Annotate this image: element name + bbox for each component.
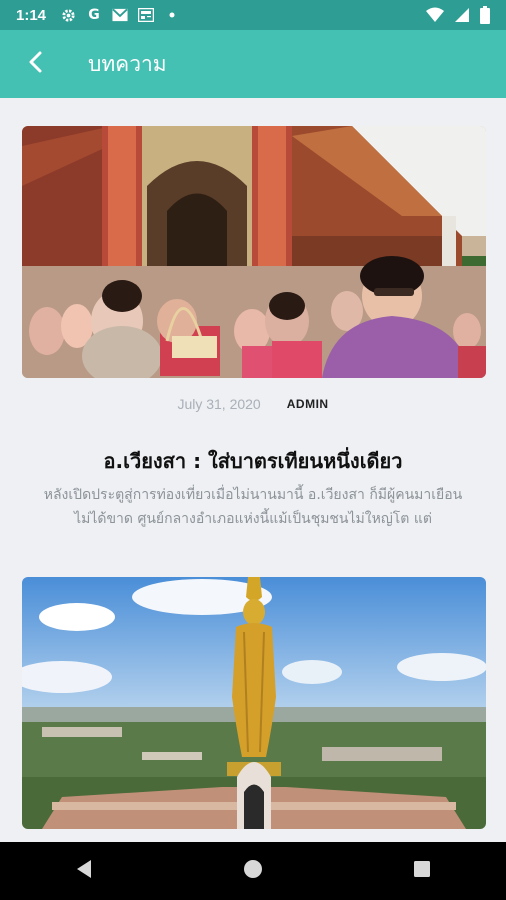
home-circle-icon xyxy=(243,859,263,883)
battery-icon xyxy=(480,6,490,28)
nav-recents-button[interactable] xyxy=(392,846,452,896)
status-bar: 1:14 G xyxy=(0,0,506,30)
article-author[interactable]: ADMIN xyxy=(287,397,329,411)
dot-icon xyxy=(164,7,180,23)
back-arrow-icon xyxy=(24,50,48,78)
page-title: บทความ xyxy=(88,51,167,76)
article-list[interactable]: July 31, 2020 ADMIN อ.เวียงสา : ใส่บาตรเ… xyxy=(0,98,506,842)
status-notification-icons: G xyxy=(60,7,180,23)
article-excerpt: หลังเปิดประตูสู่การท่องเที่ยวเมื่อไม่นาน… xyxy=(43,487,463,527)
news-icon xyxy=(138,7,155,23)
article-title[interactable]: อ.เวียงสา : ใส่บาตรเทียนหนึ่งเดียว xyxy=(0,445,506,477)
nav-back-button[interactable] xyxy=(54,846,114,896)
status-system-icons xyxy=(426,6,490,28)
wifi-icon xyxy=(426,7,444,27)
back-triangle-icon xyxy=(75,859,93,883)
back-button[interactable] xyxy=(8,36,64,92)
nav-home-button[interactable] xyxy=(223,846,283,896)
recents-square-icon xyxy=(413,860,431,882)
app-bar: บทความ xyxy=(0,30,506,98)
article-image-buddha[interactable] xyxy=(22,577,486,829)
system-nav-bar xyxy=(0,842,506,900)
article-date: July 31, 2020 xyxy=(177,396,261,412)
gear-icon xyxy=(60,7,76,23)
google-icon: G xyxy=(88,7,100,23)
gmail-icon xyxy=(112,7,128,23)
status-time: 1:14 xyxy=(16,6,47,24)
article-image-temple[interactable] xyxy=(22,126,486,378)
signal-icon xyxy=(454,7,470,27)
article-meta: July 31, 2020 ADMIN xyxy=(0,396,506,412)
